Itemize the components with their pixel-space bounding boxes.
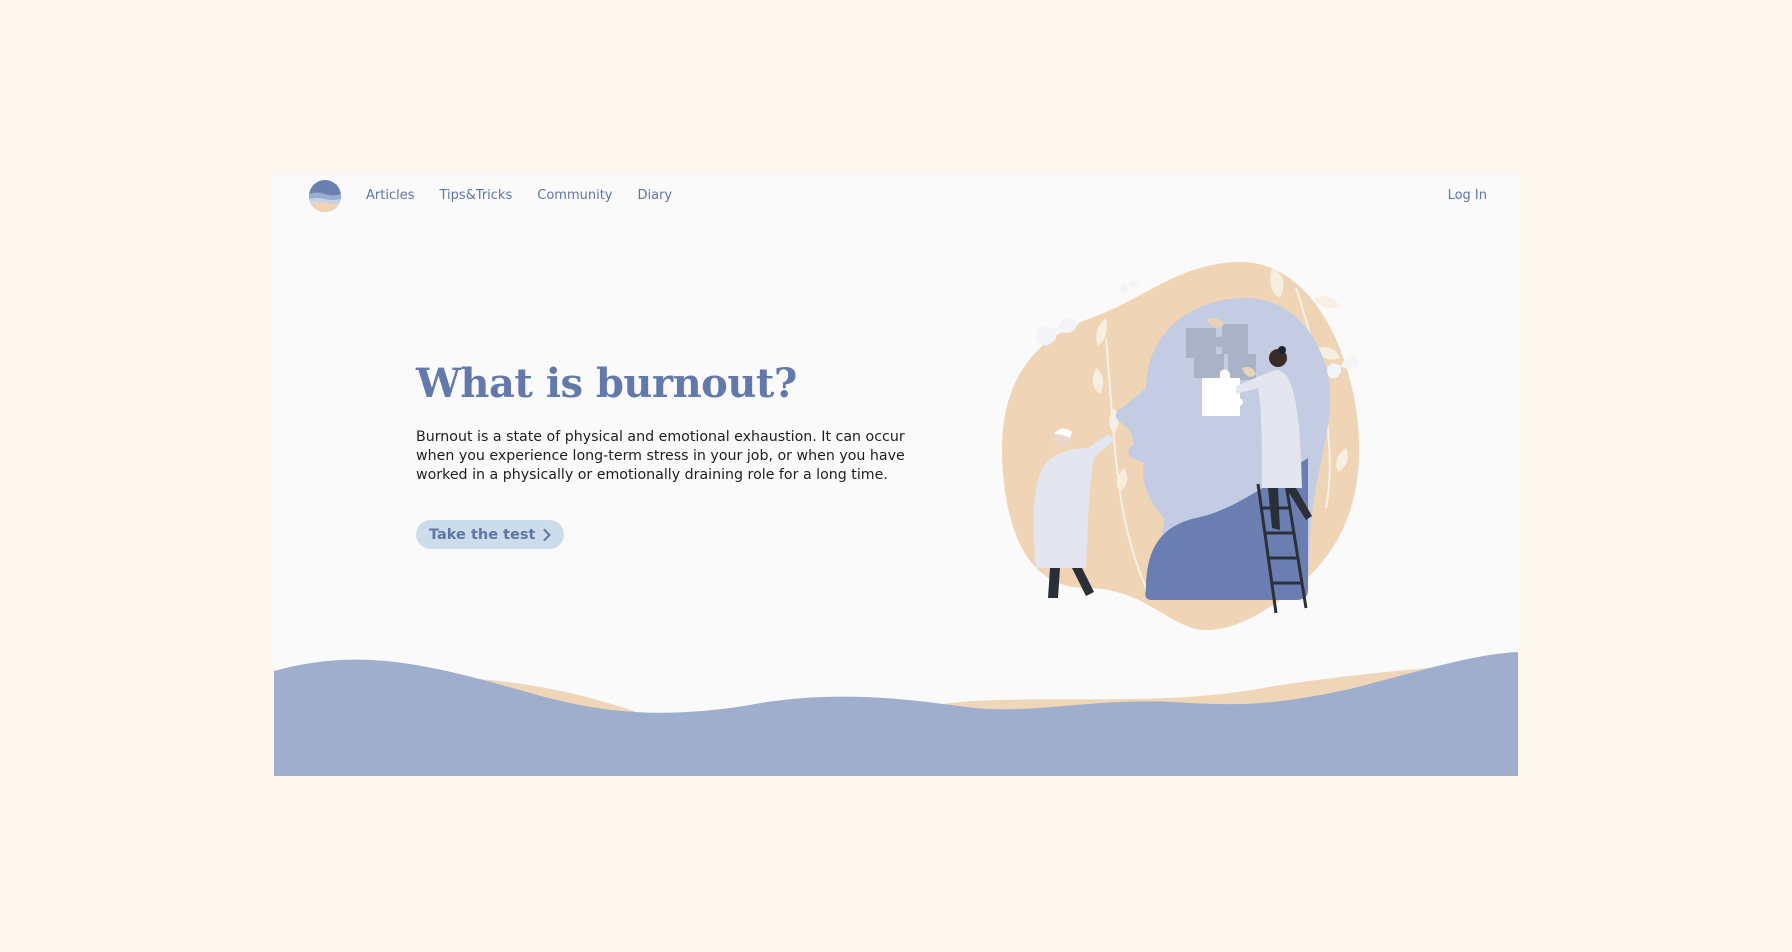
landing-page-frame: Articles Tips&Tricks Community Diary Log… bbox=[274, 174, 1518, 776]
decorative-waves bbox=[274, 652, 1518, 776]
sea-horizon-logo-icon[interactable] bbox=[309, 180, 341, 212]
take-the-test-button[interactable]: Take the test bbox=[416, 520, 565, 549]
nav-link-diary[interactable]: Diary bbox=[638, 188, 673, 203]
burnout-head-puzzle-illustration bbox=[1001, 262, 1360, 630]
nav-link-articles[interactable]: Articles bbox=[366, 188, 414, 203]
hero-description: Burnout is a state of physical and emoti… bbox=[416, 429, 905, 483]
chevron-right-icon bbox=[543, 528, 551, 541]
take-the-test-label: Take the test bbox=[429, 526, 536, 543]
nav-links: Articles Tips&Tricks Community Diary bbox=[366, 188, 672, 203]
login-link[interactable]: Log In bbox=[1448, 188, 1487, 203]
top-navigation: Articles Tips&Tricks Community Diary Log… bbox=[274, 174, 1518, 220]
nav-link-tips-tricks[interactable]: Tips&Tricks bbox=[439, 188, 512, 203]
nav-link-community[interactable]: Community bbox=[537, 188, 612, 203]
hero-title: What is burnout? bbox=[416, 360, 797, 407]
